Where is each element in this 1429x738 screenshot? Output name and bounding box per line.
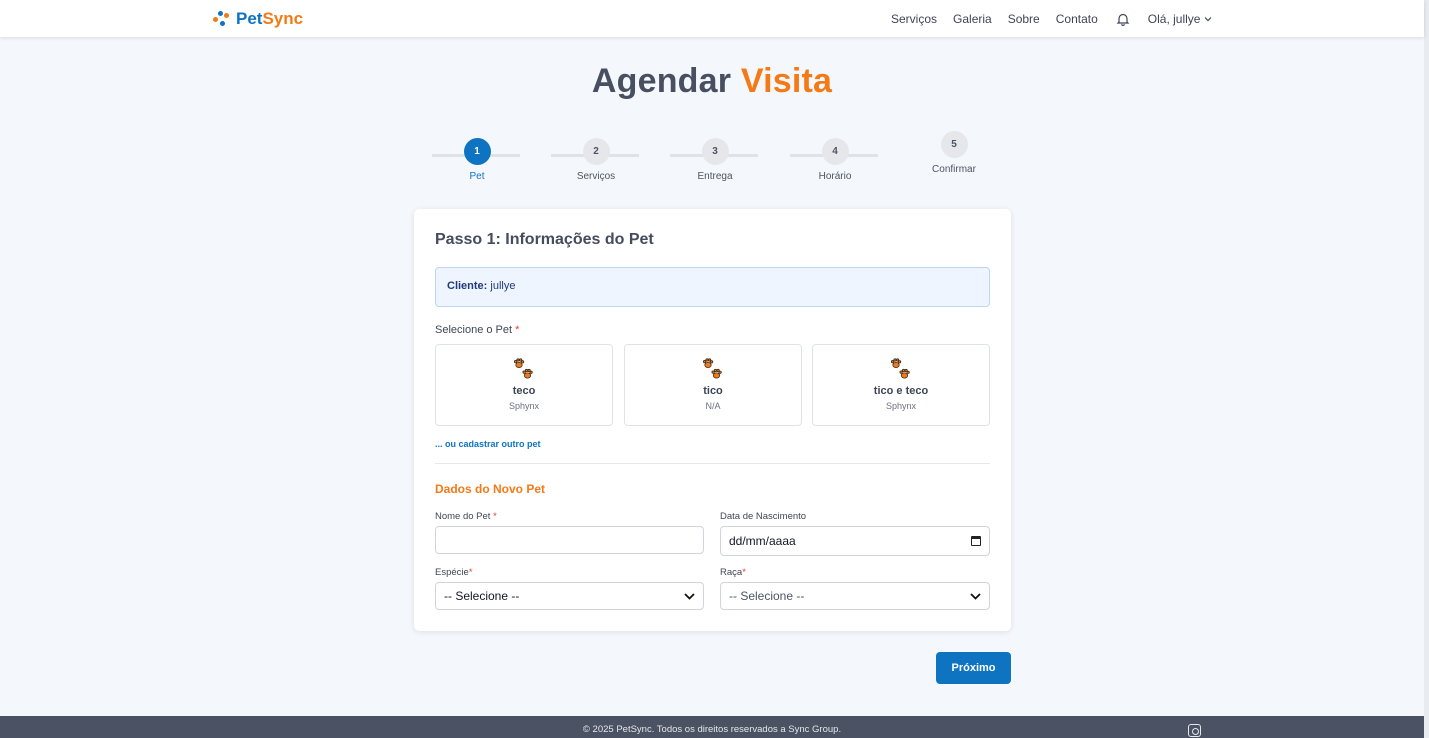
pet-option-card[interactable]: tico e teco Sphynx (812, 344, 990, 426)
chevron-down-icon (970, 592, 981, 600)
breed-selected: -- Selecione -- (729, 589, 805, 603)
step-5-circle: 5 (940, 131, 968, 158)
pet-name: tico (703, 385, 723, 397)
client-value: jullye (490, 280, 516, 292)
pet-info-card: Passo 1: Informações do Pet Cliente: jul… (414, 209, 1011, 631)
pet-breed: Sphynx (885, 401, 917, 411)
chevron-down-icon (684, 592, 695, 600)
required-mark: * (493, 511, 497, 522)
user-greeting: Olá, jullye (1147, 12, 1201, 26)
brand-name-first: Pet (236, 9, 263, 28)
pet-name: teco (512, 385, 536, 397)
paw-logo-icon (213, 11, 229, 27)
step-1-label: Pet (469, 171, 485, 182)
user-menu[interactable]: Olá, jullye (1148, 12, 1213, 26)
instagram-icon[interactable] (1188, 724, 1201, 737)
footer: © 2025 PetSync. Todos os direitos reserv… (0, 716, 1424, 738)
nav-link-sobre[interactable]: Sobre (1008, 12, 1040, 26)
top-navbar: PetSync Serviços Galeria Sobre Contato O… (0, 0, 1424, 37)
new-pet-section-title: Dados do Novo Pet (435, 482, 546, 496)
step-2-circle: 2 (582, 138, 610, 165)
breed-label: Raça* (720, 567, 746, 578)
nav-link-servicos[interactable]: Serviços (891, 12, 937, 26)
step-2-label: Serviços (576, 171, 616, 182)
calendar-icon[interactable] (971, 536, 981, 546)
register-other-pet-link[interactable]: ... ou cadastrar outro pet (435, 439, 541, 449)
pet-name-label-text: Nome do Pet (435, 511, 491, 522)
client-label: Cliente: (447, 280, 488, 292)
breed-label-text: Raça (720, 567, 743, 578)
select-pet-label-text: Selecione o Pet (435, 324, 513, 336)
step-5-label: Confirmar (932, 164, 976, 175)
step-3: 3 Entrega (670, 138, 760, 182)
pet-option-card[interactable]: tico N/A (624, 344, 802, 426)
pet-breed: Sphynx (508, 401, 540, 411)
required-mark: * (468, 567, 473, 578)
species-select[interactable]: -- Selecione -- (435, 582, 704, 610)
paw-prints-icon (513, 358, 533, 379)
page-title: Agendar Visita (0, 62, 1424, 101)
species-label: Espécie* (435, 567, 473, 578)
brand-name-second: Sync (262, 9, 304, 28)
breed-select[interactable]: -- Selecione -- (720, 582, 990, 610)
pet-name-label: Nome do Pet * (435, 511, 497, 522)
brand-name: PetSync (236, 9, 303, 29)
next-button[interactable]: Próximo (936, 652, 1011, 684)
step-1: 1 Pet (432, 138, 522, 182)
birth-date-label: Data de Nascimento (720, 511, 807, 522)
nav-link-galeria[interactable]: Galeria (953, 12, 992, 26)
scrollbar[interactable] (1424, 0, 1429, 738)
step-1-circle: 1 (463, 138, 491, 165)
notification-bell-icon[interactable] (1116, 12, 1130, 26)
brand-logo[interactable]: PetSync (213, 9, 303, 29)
step-4-label: Horário (818, 171, 852, 182)
step-heading: Passo 1: Informações do Pet (435, 231, 654, 248)
select-pet-label: Selecione o Pet * (435, 324, 519, 336)
step-4: 4 Horário (790, 138, 880, 182)
species-selected: -- Selecione -- (444, 589, 520, 603)
step-3-circle: 3 (701, 138, 729, 165)
pet-breed: N/A (705, 401, 721, 411)
species-label-text: Espécie (435, 567, 469, 578)
pet-option-card[interactable]: teco Sphynx (435, 344, 613, 426)
required-mark: * (742, 567, 746, 578)
step-3-label: Entrega (697, 171, 733, 182)
step-4-circle: 4 (821, 138, 849, 165)
step-2: 2 Serviços (551, 138, 641, 182)
pet-name-input[interactable] (435, 526, 704, 554)
page-title-first: Agendar (591, 62, 732, 100)
nav-link-contato[interactable]: Contato (1056, 12, 1098, 26)
required-mark: * (515, 324, 520, 336)
paw-prints-icon (702, 358, 722, 379)
birth-date-input[interactable]: dd/mm/aaaa (720, 526, 990, 556)
paw-prints-icon (890, 358, 910, 379)
divider (435, 463, 990, 464)
main-nav: Serviços Galeria Sobre Contato Olá, jull… (891, 12, 1212, 26)
client-info-box: Cliente: jullye (435, 267, 990, 307)
pet-name: tico e teco (873, 385, 929, 397)
footer-copyright: © 2025 PetSync. Todos os direitos reserv… (582, 724, 842, 735)
page-title-second: Visita (740, 62, 833, 100)
birth-date-value: dd/mm/aaaa (729, 534, 796, 548)
step-5: 5 Confirmar (909, 131, 999, 175)
chevron-down-icon (1205, 17, 1212, 22)
